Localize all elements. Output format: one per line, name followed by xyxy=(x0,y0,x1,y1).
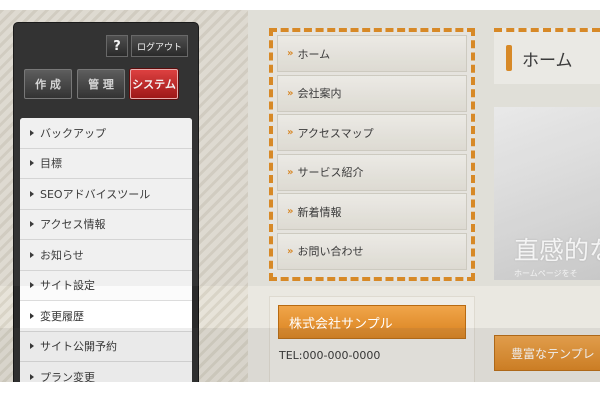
menu-item-backup[interactable]: バックアップ xyxy=(20,118,192,149)
company-box: 株式会社サンプル TEL:000-000-0000 xyxy=(269,296,475,382)
nav-item-label: お問い合わせ xyxy=(297,245,364,258)
arrow-right-icon xyxy=(30,373,34,380)
menu-item-label: プラン変更 xyxy=(40,370,95,382)
hero-title: 直感的な xyxy=(514,236,600,265)
arrow-right-icon xyxy=(30,251,34,258)
arrow-right-icon xyxy=(30,282,34,289)
main-page-tab[interactable]: ホーム xyxy=(494,28,600,84)
arrow-right-icon xyxy=(30,343,34,350)
company-tel: TEL:000-000-0000 xyxy=(279,349,381,362)
menu-item-label: SEOアドバイスツール xyxy=(40,187,151,201)
template-feature-button[interactable]: 豊富なテンプレ xyxy=(494,335,600,371)
hero-subtitle: ホームページをそ xyxy=(514,269,578,278)
arrow-right-icon xyxy=(30,129,34,136)
arrow-right-icon xyxy=(30,160,34,167)
menu-item-label: バックアップ xyxy=(40,126,106,140)
menu-item-seo-advice[interactable]: SEOアドバイスツール xyxy=(20,179,192,210)
menu-item-site-settings[interactable]: サイト設定 xyxy=(20,270,192,301)
system-menu: バックアップ 目標 SEOアドバイスツール アクセス情報 お知らせ サイト設定 … xyxy=(20,118,192,382)
tab-manage[interactable]: 管 理 xyxy=(77,69,125,99)
arrow-right-icon xyxy=(30,190,34,197)
double-chevron-icon: » xyxy=(287,206,294,217)
menu-item-label: サイト公開予約 xyxy=(40,340,117,354)
nav-item-label: アクセスマップ xyxy=(297,126,374,140)
nav-item-company[interactable]: » 会社案内 xyxy=(277,74,467,112)
nav-item-home[interactable]: » ホーム xyxy=(277,35,467,72)
double-chevron-icon: » xyxy=(287,48,294,59)
tab-create[interactable]: 作 成 xyxy=(24,69,72,99)
help-button[interactable]: ? xyxy=(105,35,128,57)
menu-item-publish-schedule[interactable]: サイト公開予約 xyxy=(20,331,192,362)
double-chevron-icon: » xyxy=(287,127,294,138)
company-name[interactable]: 株式会社サンプル xyxy=(278,305,466,339)
nav-item-news[interactable]: » 新着情報 xyxy=(277,193,467,230)
admin-top-tools: ? ログアウト xyxy=(105,35,188,57)
hero-image: 直感的な ホームページをそ xyxy=(494,107,600,280)
site-nav: » ホーム » 会社案内 » アクセスマップ » サービス紹介 » 新着情報 » お問い合わ… xyxy=(269,28,475,281)
arrow-right-icon xyxy=(30,221,34,228)
page-title: ホーム xyxy=(522,50,573,71)
menu-item-label: 目標 xyxy=(40,157,62,171)
double-chevron-icon: » xyxy=(287,245,294,257)
menu-item-label: アクセス情報 xyxy=(40,218,106,232)
nav-item-label: 会社案内 xyxy=(297,87,342,100)
mode-tabs: 作 成 管 理 システム xyxy=(24,69,178,99)
admin-panel: ? ログアウト 作 成 管 理 システム バックアップ 目標 SEOアドバイスツ… xyxy=(13,22,199,382)
tab-system[interactable]: システム xyxy=(130,69,178,99)
accent-bar xyxy=(506,45,512,71)
screen: ? ログアウト 作 成 管 理 システム バックアップ 目標 SEOアドバイスツ… xyxy=(0,10,600,382)
logout-button[interactable]: ログアウト xyxy=(130,35,188,57)
menu-item-change-history[interactable]: 変更履歴 xyxy=(20,301,192,332)
nav-item-services[interactable]: » サービス紹介 xyxy=(277,153,467,191)
menu-item-plan-change[interactable]: プラン変更 xyxy=(20,362,192,382)
menu-item-label: サイト設定 xyxy=(40,279,95,293)
nav-item-contact[interactable]: » お問い合わせ xyxy=(277,232,467,270)
menu-item-label: お知らせ xyxy=(40,248,84,262)
nav-item-label: 新着情報 xyxy=(297,205,342,219)
menu-item-notices[interactable]: お知らせ xyxy=(20,240,192,271)
double-chevron-icon: » xyxy=(287,166,294,178)
double-chevron-icon: » xyxy=(287,87,294,99)
nav-item-access-map[interactable]: » アクセスマップ xyxy=(277,114,467,151)
arrow-right-icon xyxy=(30,312,34,319)
menu-item-access-info[interactable]: アクセス情報 xyxy=(20,209,192,240)
menu-item-goals[interactable]: 目標 xyxy=(20,148,192,179)
menu-item-label: 変更履歴 xyxy=(40,309,84,323)
nav-item-label: サービス紹介 xyxy=(297,166,364,179)
nav-item-label: ホーム xyxy=(297,47,331,61)
